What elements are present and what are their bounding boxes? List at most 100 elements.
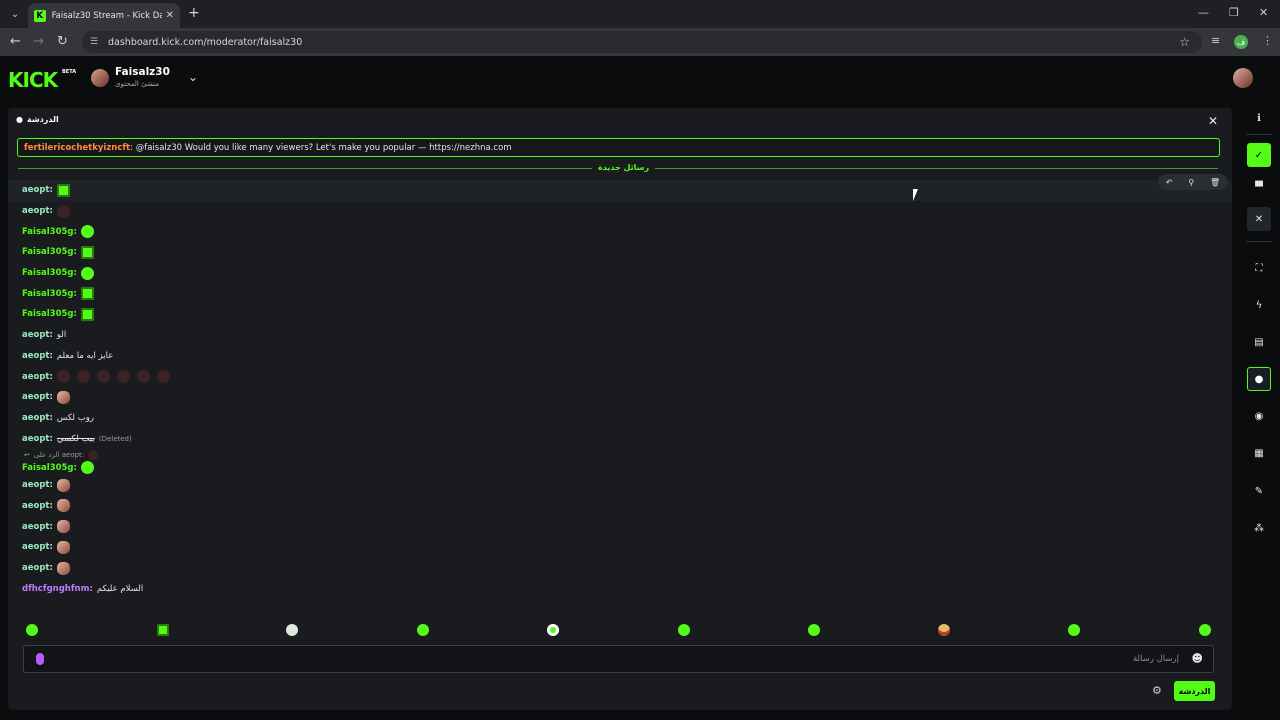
kick-logo[interactable]: KICK [8, 68, 58, 92]
profile-avatar[interactable]: ف [1234, 35, 1248, 49]
chat-message[interactable]: Faisal305g: [8, 242, 1232, 263]
bookmark-star-icon[interactable]: ☆ [1179, 35, 1190, 49]
skull-emote-icon [136, 370, 150, 384]
quick-emote-icon[interactable] [157, 624, 169, 636]
browser-tab-bar: ⌄ K Faisalz30 Stream - Kick Dashbo ✕ + —… [0, 0, 1280, 28]
chat-message[interactable]: Faisal305g: [8, 304, 1232, 325]
forward-icon[interactable]: → [33, 34, 44, 49]
chat-input[interactable]: إرسال رسالة ☻ [23, 645, 1214, 673]
user-avatar[interactable] [1233, 68, 1253, 88]
printer-icon[interactable]: ▦ [1247, 441, 1271, 465]
send-chat-button[interactable]: الدردشة [1174, 681, 1215, 701]
document-icon[interactable]: ▤ [1247, 330, 1271, 354]
message-username[interactable]: aeopt: [22, 392, 53, 402]
chat-message[interactable]: Faisal305g: [8, 283, 1232, 304]
lightning-icon[interactable]: ϟ [1247, 293, 1271, 317]
checkmark-icon[interactable]: ✓ [1247, 143, 1271, 167]
chat-icon[interactable]: ● [1247, 367, 1271, 391]
message-username[interactable]: aeopt: [22, 206, 53, 216]
chat-settings-gear-icon[interactable]: ⚙ [1152, 684, 1162, 697]
chat-message[interactable]: Faisal305g: [8, 221, 1232, 242]
message-username[interactable]: Faisal305g: [22, 247, 77, 257]
tab-search-dropdown-icon[interactable]: ⌄ [6, 5, 24, 23]
quick-emote-icon[interactable] [938, 624, 950, 636]
message-username[interactable]: dfhcfgnghfnm: [22, 584, 93, 594]
chat-message[interactable]: aeopt: عايز ايه ما معلم [8, 346, 1232, 367]
reload-icon[interactable]: ↻ [57, 34, 68, 49]
chat-message[interactable]: aeopt: [8, 475, 1232, 496]
fullscreen-icon[interactable]: ⛶ [1247, 256, 1271, 280]
message-username[interactable]: aeopt: [22, 372, 53, 382]
chat-message[interactable]: aeopt: [8, 180, 1232, 201]
quick-emote-icon[interactable] [547, 624, 559, 636]
message-username[interactable]: aeopt: [22, 563, 53, 573]
microphone-icon[interactable] [36, 653, 44, 665]
chat-message[interactable]: aeopt: روب لكس [8, 408, 1232, 429]
close-chat-icon[interactable]: ✕ [1208, 114, 1218, 128]
quick-emote-icon[interactable] [1199, 624, 1211, 636]
reply-context[interactable]: ↩ الرد على aeopt: [8, 449, 1232, 461]
chat-message[interactable]: aeopt: [8, 201, 1232, 222]
browser-menu-icon[interactable]: ⋮ [1262, 34, 1273, 47]
window-close-icon[interactable]: ✕ [1259, 6, 1268, 19]
quick-emote-icon[interactable] [417, 624, 429, 636]
wrench-icon[interactable]: ✎ [1247, 479, 1271, 503]
chat-message[interactable]: aeopt: الو [8, 325, 1232, 346]
chat-message[interactable]: aeopt: [8, 516, 1232, 537]
channel-switcher-chevron-icon[interactable]: ⌄ [188, 70, 198, 84]
maximize-icon[interactable]: ❐ [1229, 6, 1239, 19]
pin-icon[interactable]: ⚲ [1188, 178, 1194, 187]
chat-message[interactable]: aeopt: [8, 558, 1232, 579]
message-username[interactable]: aeopt: [22, 542, 53, 552]
message-username[interactable]: aeopt: [22, 434, 53, 444]
browser-tab[interactable]: K Faisalz30 Stream - Kick Dashbo ✕ [28, 3, 180, 28]
info-icon[interactable]: ℹ [1247, 106, 1271, 130]
new-tab-icon[interactable]: + [188, 5, 200, 21]
message-username[interactable]: Faisal305g: [22, 268, 77, 278]
quick-emote-icon[interactable] [286, 624, 298, 636]
extensions-icon[interactable]: ⁂ [1247, 516, 1271, 540]
chat-message[interactable]: Faisal305g: [8, 461, 1232, 475]
quick-emote-icon[interactable] [1068, 624, 1080, 636]
chat-message[interactable]: aeopt: [8, 496, 1232, 517]
message-username[interactable]: aeopt: [22, 330, 53, 340]
quick-emote-icon[interactable] [26, 624, 38, 636]
reply-icon[interactable]: ↶ [1166, 178, 1173, 187]
message-username[interactable]: aeopt: [22, 351, 53, 361]
message-username[interactable]: aeopt: [22, 480, 53, 490]
quick-emote-icon[interactable] [808, 624, 820, 636]
layout-icon[interactable]: ▀ [1247, 175, 1271, 199]
site-info-icon[interactable]: ☰ [90, 37, 100, 47]
chat-message[interactable]: dfhcfgnghfnm: السلام عليكم [8, 578, 1232, 599]
chat-message[interactable]: aeopt: بيب لكسي (Deleted) [8, 428, 1232, 449]
message-username[interactable]: Faisal305g: [22, 309, 77, 319]
message-username[interactable]: aeopt: [22, 522, 53, 532]
message-username[interactable]: Faisal305g: [22, 289, 77, 299]
message-username[interactable]: aeopt: [22, 413, 53, 423]
channel-name[interactable]: Faisalz30 [115, 66, 170, 78]
chat-bubble-icon: ● [16, 115, 23, 124]
chat-message[interactable]: aeopt: [8, 387, 1232, 408]
media-control-icon[interactable]: ≡ [1211, 34, 1220, 47]
message-username[interactable]: Faisal305g: [22, 227, 77, 237]
message-text: السلام عليكم [96, 583, 144, 594]
tv-emote-icon [80, 307, 94, 321]
message-username[interactable]: aeopt: [22, 501, 53, 511]
emoji-picker-icon[interactable]: ☻ [1192, 652, 1203, 665]
skull-emote-icon [76, 370, 90, 384]
delete-icon[interactable]: 🗑 [1210, 178, 1220, 187]
minimize-icon[interactable]: — [1198, 6, 1209, 19]
message-username[interactable]: Faisal305g: [22, 463, 77, 473]
pinned-message[interactable]: fertilericochetkyizncft : @faisalz30 Wou… [17, 138, 1220, 157]
close-icon[interactable]: ✕ [1247, 207, 1271, 231]
broadcast-icon[interactable]: ◉ [1247, 404, 1271, 428]
quick-emote-icon[interactable] [678, 624, 690, 636]
chat-message[interactable]: Faisal305g: [8, 263, 1232, 284]
chat-message[interactable]: aeopt: [8, 366, 1232, 387]
chat-message[interactable]: aeopt: [8, 537, 1232, 558]
url-bar[interactable]: ☰ dashboard.kick.com/moderator/faisalz30… [82, 31, 1202, 53]
message-username[interactable]: aeopt: [22, 185, 53, 195]
back-icon[interactable]: ← [10, 34, 21, 49]
tab-close-icon[interactable]: ✕ [166, 10, 174, 21]
pinned-username[interactable]: fertilericochetkyizncft [24, 143, 130, 153]
